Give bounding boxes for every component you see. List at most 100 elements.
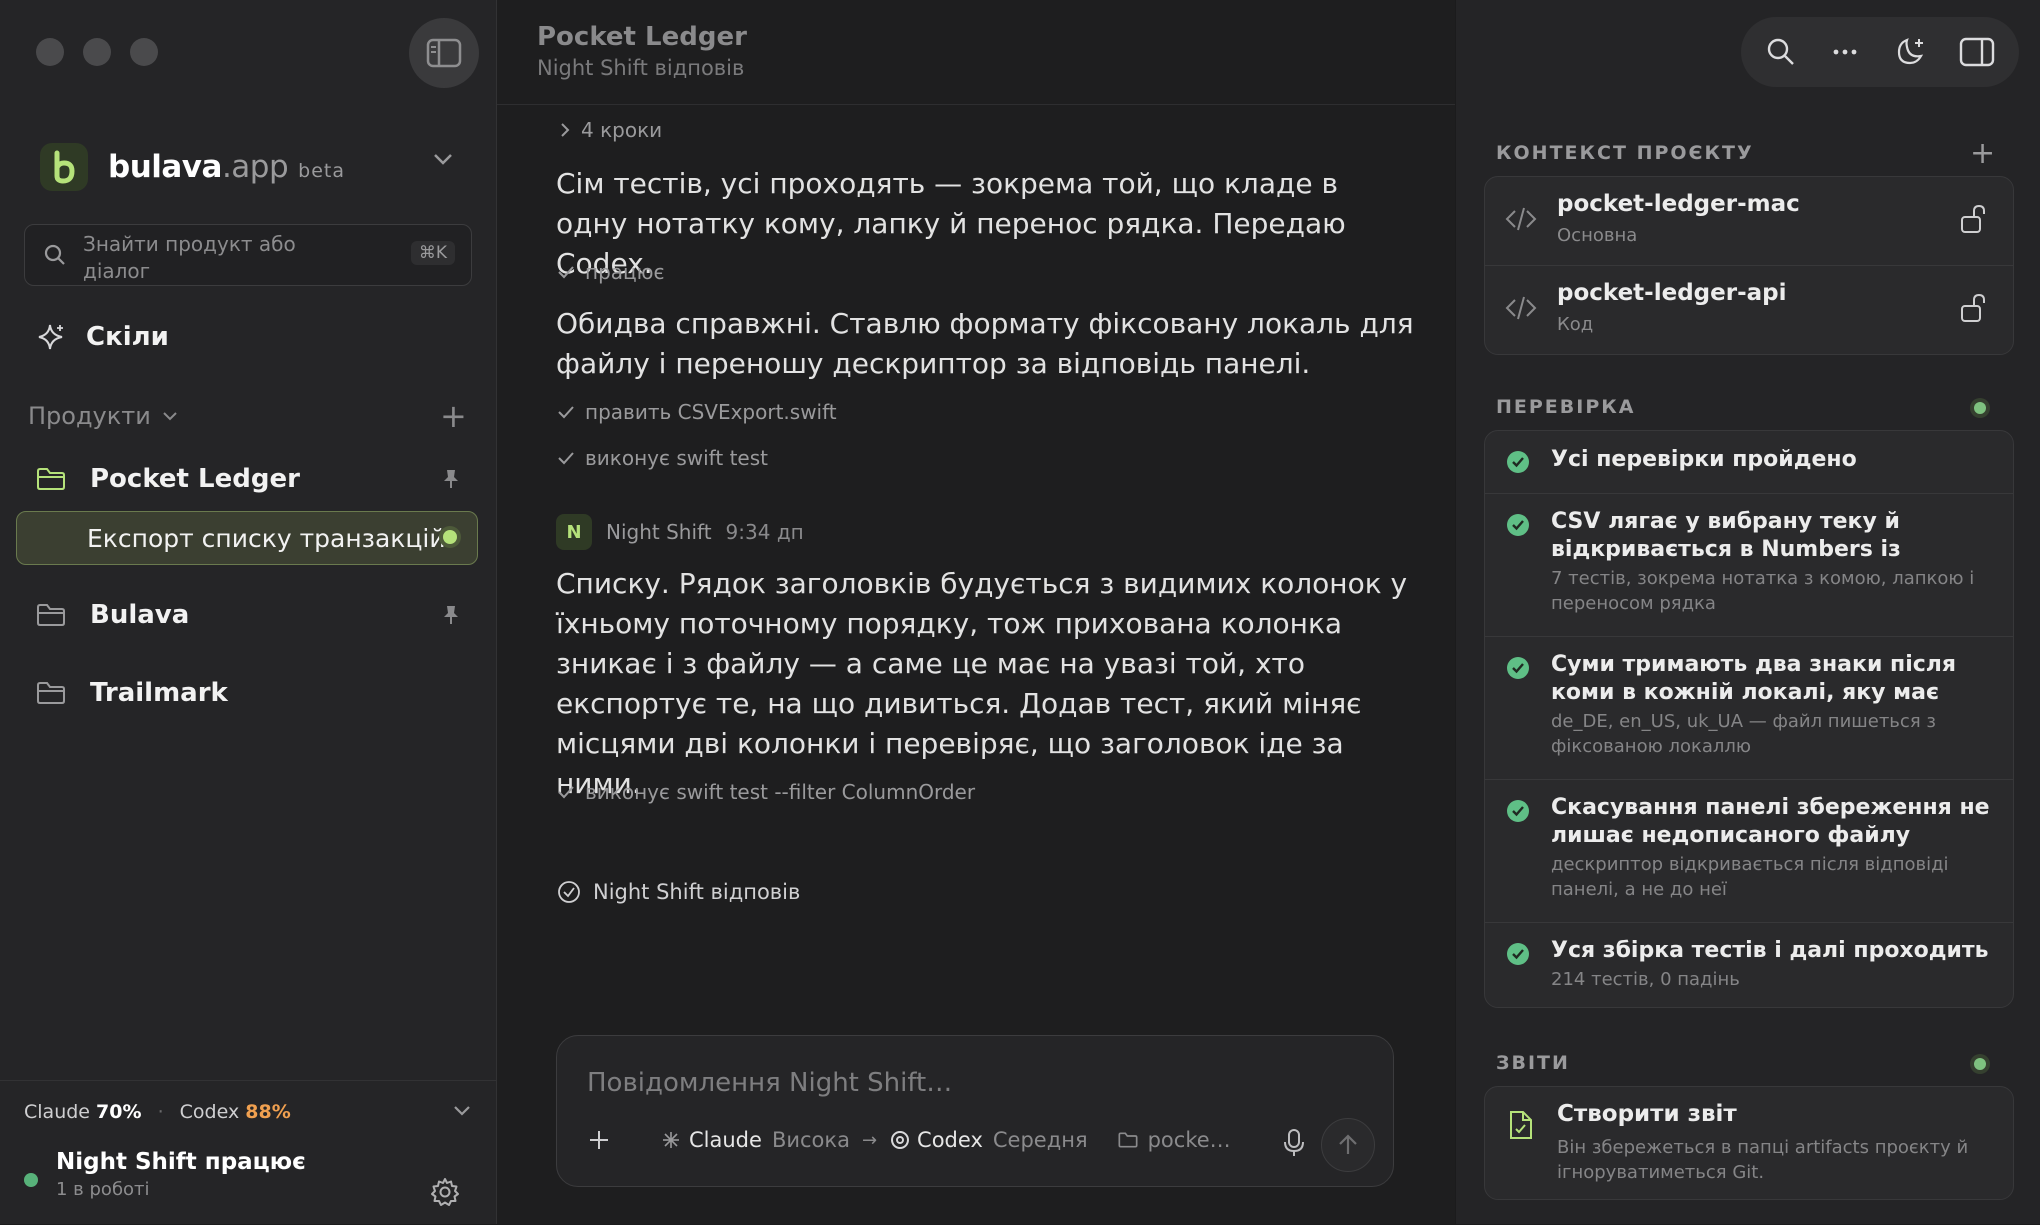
message-composer: Повідомлення Night Shift… Claude Висока … xyxy=(556,1035,1394,1187)
usage-codex-label: Codex xyxy=(179,1101,240,1123)
close-window-button[interactable] xyxy=(36,38,64,66)
microphone-icon[interactable] xyxy=(1282,1128,1306,1158)
composer-toolbar: Claude Висока → Codex Середня pocke… xyxy=(587,1128,1231,1152)
sidebar-icon xyxy=(426,38,462,68)
sidebar-toggle-button[interactable] xyxy=(409,18,479,88)
gear-icon[interactable] xyxy=(430,1177,460,1207)
add-attachment-icon[interactable] xyxy=(587,1128,611,1152)
minimize-window-button[interactable] xyxy=(83,38,111,66)
check-pass-icon xyxy=(1507,451,1529,473)
message-input[interactable]: Повідомлення Night Shift… xyxy=(587,1068,952,1098)
status-title: Night Shift працює xyxy=(56,1149,306,1175)
activity-label: працює xyxy=(585,260,665,284)
message-paragraph: Обидва справжні. Ставлю формату фіксован… xyxy=(556,307,1414,380)
more-icon[interactable] xyxy=(1829,36,1861,68)
sidebar-item-pocket-ledger[interactable]: Pocket Ledger xyxy=(36,464,300,494)
repo-role: Код xyxy=(1557,314,1594,335)
project-label: Bulava xyxy=(90,600,190,630)
activity-item: виконує swift test xyxy=(557,446,768,470)
repo-role: Основна xyxy=(1557,225,1638,246)
right-panel-icon[interactable] xyxy=(1959,37,1995,67)
reply-complete-label: Night Shift відповів xyxy=(593,880,801,904)
night-shift-status[interactable]: Night Shift працює 1 в роботі xyxy=(56,1149,306,1200)
active-chat-item[interactable]: Експорт списку транзакцій xyxy=(16,511,478,565)
sidebar-footer: Claude 70% · Codex 88% Night Shift працю… xyxy=(0,1080,496,1225)
arrow-up-icon xyxy=(1339,1134,1357,1154)
repo-item[interactable]: pocket-ledger-api Код xyxy=(1485,266,2013,354)
conversation-pane: Pocket Ledger Night Shift відповів 4 кро… xyxy=(497,0,1455,1224)
sidebar-item-trailmark[interactable]: Trailmark xyxy=(36,678,228,708)
check-pass-icon xyxy=(1507,800,1529,822)
add-context-button[interactable]: + xyxy=(1970,139,1995,169)
brand[interactable]: bulava.app beta xyxy=(40,143,345,191)
reply-complete: Night Shift відповів xyxy=(557,880,800,904)
status-indicator xyxy=(24,1173,38,1187)
pin-icon[interactable] xyxy=(442,468,460,490)
brand-logo-icon xyxy=(40,143,88,191)
check-pass-icon xyxy=(1507,943,1529,965)
zoom-window-button[interactable] xyxy=(130,38,158,66)
night-mode-icon[interactable] xyxy=(1893,36,1927,68)
create-report-button[interactable]: Створити звіт Він збережеться в папці ar… xyxy=(1485,1087,2013,1199)
check-circle-icon xyxy=(558,881,580,903)
check-item[interactable]: Скасування панелі збереження не лишає не… xyxy=(1485,780,2013,923)
avatar: N xyxy=(556,514,592,550)
window-controls xyxy=(36,38,158,66)
folder-icon xyxy=(1118,1132,1138,1148)
check-item[interactable]: Усі перевірки пройдено xyxy=(1485,431,2013,494)
pin-icon[interactable] xyxy=(442,604,460,626)
add-product-button[interactable]: + xyxy=(440,400,467,432)
check-icon xyxy=(558,406,574,419)
search-shortcut: ⌘K xyxy=(410,241,455,265)
check-icon xyxy=(558,452,574,465)
folder-icon xyxy=(37,604,65,626)
checks-heading: ПЕРЕВІРКА xyxy=(1496,396,1636,418)
unlock-icon[interactable] xyxy=(1959,292,1989,324)
check-description: de_DE, en_US, uk_UA — файл пишеться з фі… xyxy=(1551,711,1936,757)
products-section-header[interactable]: Продукти xyxy=(28,402,179,430)
folder-selector[interactable]: pocke… xyxy=(1118,1128,1231,1152)
context-heading: КОНТЕКСТ ПРОЄКТУ xyxy=(1496,142,1754,164)
brand-name: bulava.app xyxy=(108,149,289,185)
top-bar: Pocket Ledger Night Shift відповів xyxy=(497,0,1455,105)
message-time: 9:34 дп xyxy=(725,520,804,544)
usage-codex-value: 88% xyxy=(245,1101,291,1123)
context-panel: КОНТЕКСТ ПРОЄКТУ + pocket-ledger-mac Осн… xyxy=(1456,0,2040,1224)
check-icon xyxy=(558,266,574,279)
repo-name: pocket-ledger-api xyxy=(1557,280,1787,306)
model-selector-codex[interactable]: Codex Середня xyxy=(889,1128,1088,1152)
report-title: Створити звіт xyxy=(1557,1101,1737,1127)
sidebar-item-skills[interactable]: Скіли xyxy=(36,322,169,352)
checks-list: Усі перевірки пройдено CSV лягає у вибра… xyxy=(1484,430,2014,1008)
document-icon xyxy=(1510,1111,1532,1139)
usage-claude-value: 70% xyxy=(96,1101,142,1123)
search-icon[interactable] xyxy=(1765,36,1797,68)
model-selector-claude[interactable]: Claude Висока xyxy=(661,1128,850,1152)
check-description: 214 тестів, 0 падінь xyxy=(1551,969,1740,990)
repo-item[interactable]: pocket-ledger-mac Основна xyxy=(1485,177,2013,266)
check-pass-icon xyxy=(1507,657,1529,679)
status-subtitle: 1 в роботі xyxy=(56,1179,150,1200)
chevron-down-icon[interactable] xyxy=(452,1105,472,1117)
check-item[interactable]: CSV лягає у вибрану теку й відкривається… xyxy=(1485,494,2013,637)
sidebar-item-bulava[interactable]: Bulava xyxy=(36,600,189,630)
chevron-down-icon[interactable] xyxy=(432,152,454,166)
usage-claude-label: Claude xyxy=(24,1101,90,1123)
check-item[interactable]: Уся збірка тестів і далі проходить 214 т… xyxy=(1485,923,2013,1007)
usage-meter[interactable]: Claude 70% · Codex 88% xyxy=(24,1101,291,1123)
check-description: дескриптор відкривається після відповіді… xyxy=(1551,854,1949,900)
activity-item: працює xyxy=(557,260,664,284)
check-pass-icon xyxy=(1507,514,1529,536)
reports-heading: ЗВІТИ xyxy=(1496,1052,1570,1074)
search-input[interactable]: Знайти продукт або діалог ⌘K xyxy=(24,224,472,286)
activity-label: виконує swift test --filter ColumnOrder xyxy=(585,780,976,804)
sidebar: bulava.app beta Знайти продукт або діало… xyxy=(0,0,497,1224)
unlock-icon[interactable] xyxy=(1959,203,1989,235)
project-label: Trailmark xyxy=(90,678,228,708)
check-item[interactable]: Суми тримають два знаки після коми в кож… xyxy=(1485,637,2013,780)
search-placeholder: Знайти продукт або діалог xyxy=(83,232,296,283)
send-button[interactable] xyxy=(1321,1118,1375,1172)
folder-icon xyxy=(37,468,65,490)
steps-disclosure[interactable]: 4 кроки xyxy=(559,118,662,142)
check-title: Усі перевірки пройдено xyxy=(1551,447,1857,472)
